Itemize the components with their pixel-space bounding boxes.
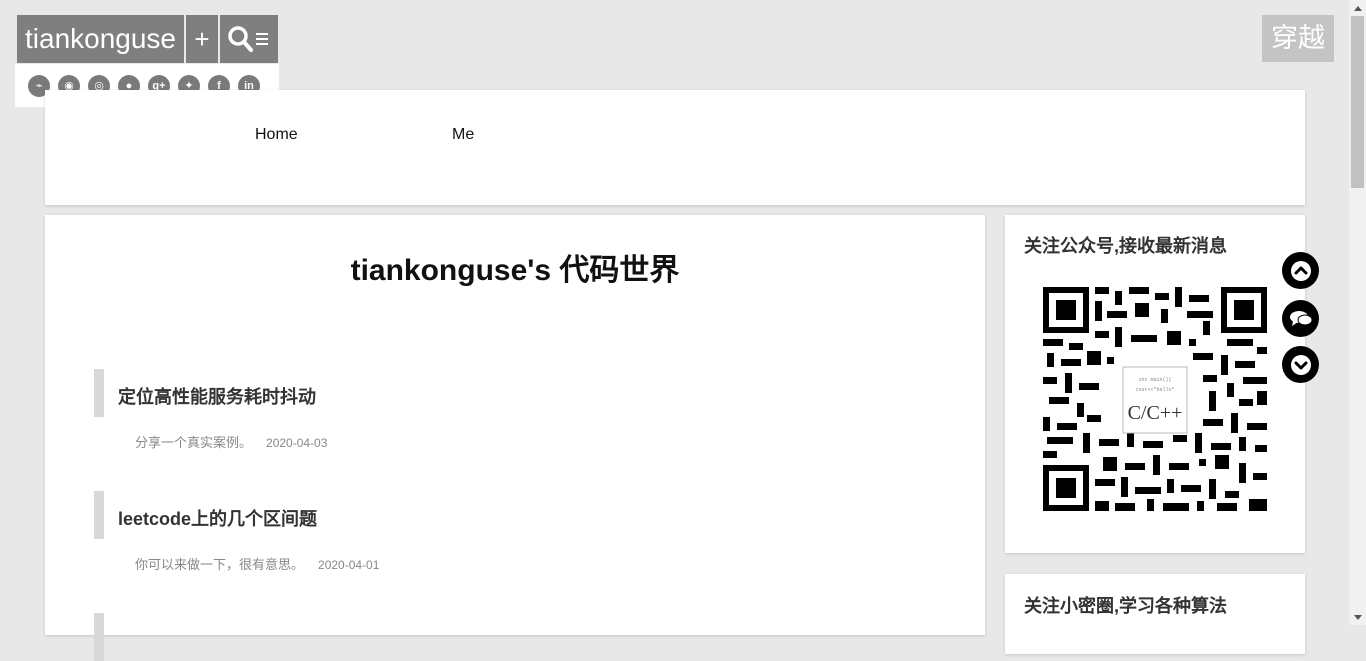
post-meta: 分享一个真实案例。 2020-04-03	[135, 432, 327, 451]
nav-item-home[interactable]: Home	[255, 126, 298, 144]
search-menu-button[interactable]	[220, 15, 279, 63]
circle-card-title: 关注小密圈,学习各种算法	[1024, 596, 1227, 616]
page-scrollbar[interactable]	[1349, 0, 1366, 625]
brand-title[interactable]: tiankonguse	[17, 15, 185, 63]
list-item: leetcode上的几个区间题 你可以来做一下，很有意思。 2020-04-01	[94, 491, 894, 581]
post-date: 2020-04-03	[266, 436, 328, 450]
comment-button[interactable]	[1282, 300, 1319, 337]
qr-center-text: C/C++	[1128, 402, 1183, 424]
scroll-down-arrow-icon[interactable]	[1349, 609, 1366, 625]
svg-text:int main(){: int main(){	[1138, 377, 1171, 383]
scrollbar-thumb[interactable]	[1351, 16, 1364, 188]
wechat-card-title: 关注公众号,接收最新消息	[1024, 236, 1227, 256]
scroll-top-icon	[1290, 260, 1311, 281]
switch-button[interactable]: 穿越	[1262, 15, 1334, 62]
post-accent-bar	[94, 613, 104, 661]
main-content: tiankonguse's 代码世界 定位高性能服务耗时抖动 分享一个真实案例。…	[45, 215, 985, 661]
scroll-bottom-icon	[1290, 354, 1311, 375]
nav-item-me[interactable]: Me	[452, 126, 474, 144]
post-accent-bar	[94, 491, 104, 539]
post-accent-bar	[94, 369, 104, 417]
list-item	[94, 613, 894, 661]
list-item: 定位高性能服务耗时抖动 分享一个真实案例。 2020-04-03	[94, 369, 894, 459]
post-date: 2020-04-01	[318, 558, 380, 572]
circle-card: 关注小密圈,学习各种算法	[1005, 574, 1305, 654]
nav-panel: Home Me	[45, 90, 1305, 205]
wechat-card: 关注公众号,接收最新消息 int main(){cout<<"hello" C…	[1005, 215, 1305, 553]
scroll-bottom-button[interactable]	[1282, 346, 1319, 383]
page-title: tiankonguse's 代码世界	[350, 254, 680, 287]
post-title-link[interactable]: 定位高性能服务耗时抖动	[118, 383, 316, 409]
comment-icon	[1289, 310, 1312, 326]
search-menu-icon	[228, 26, 269, 52]
wechat-qr-code: int main(){ cout<<"hello" C/C++	[1043, 287, 1267, 511]
post-title-link[interactable]: leetcode上的几个区间题	[118, 505, 317, 531]
scroll-top-button[interactable]	[1282, 252, 1319, 289]
scroll-up-arrow-icon[interactable]	[1349, 0, 1366, 16]
post-summary: 你可以来做一下，很有意思。	[135, 557, 305, 572]
plus-button[interactable]: +	[186, 15, 219, 63]
brand-bar: tiankonguse +	[17, 15, 280, 63]
svg-text:cout<<"hello": cout<<"hello"	[1135, 387, 1174, 393]
post-summary: 分享一个真实案例。	[135, 435, 253, 450]
post-meta: 你可以来做一下，很有意思。 2020-04-01	[135, 554, 379, 573]
